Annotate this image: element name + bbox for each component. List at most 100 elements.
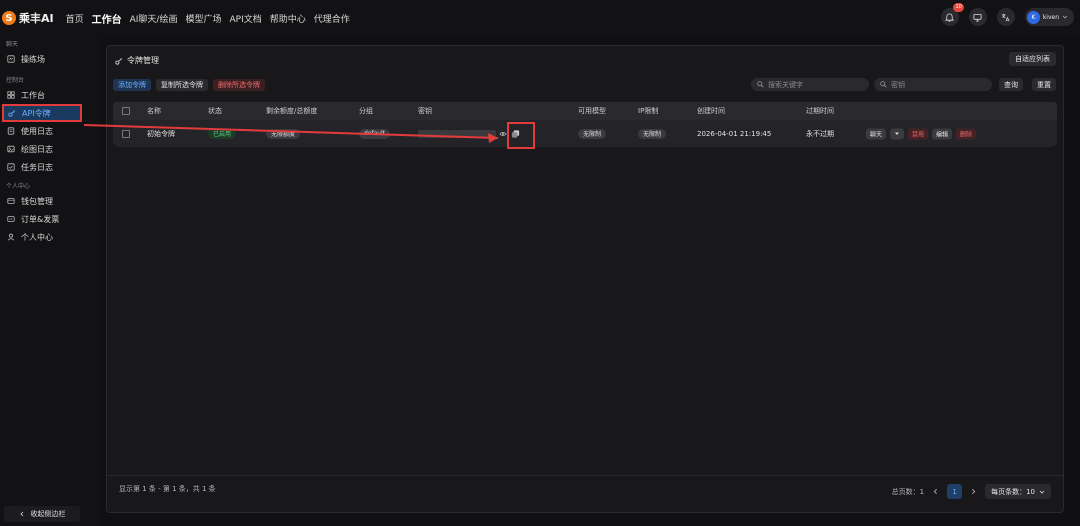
delete-selected-button[interactable]: 删除所选令牌	[213, 79, 265, 91]
chat-button[interactable]: 聊天	[866, 128, 887, 139]
collapse-sidebar-button[interactable]: 收起侧边栏	[4, 506, 80, 522]
quota-badge: 无限额度	[266, 128, 301, 139]
sidebar-item-label: 绘图日志	[21, 144, 53, 154]
nav-help[interactable]: 帮助中心	[270, 12, 306, 25]
chat-dropdown-button[interactable]	[890, 128, 905, 139]
col-name: 名称	[147, 107, 161, 115]
col-expires: 过期时间	[806, 107, 834, 115]
expire-time: 永不过期	[806, 129, 834, 138]
col-ip: IP限制	[638, 107, 659, 115]
col-status: 状态	[208, 107, 222, 115]
user-icon	[7, 233, 15, 241]
token-name: 初始令牌	[147, 129, 175, 138]
eye-icon[interactable]	[499, 130, 507, 138]
key-icon	[115, 57, 123, 65]
page-size-select[interactable]: 每页条数：10	[985, 484, 1051, 499]
query-button[interactable]: 查询	[999, 78, 1023, 91]
sidebar-item-image-log[interactable]: 绘图日志	[0, 140, 100, 158]
image-log-icon	[7, 145, 15, 153]
edit-button[interactable]: 编辑	[932, 128, 953, 139]
group-badge: default	[359, 128, 391, 139]
created-time: 2026-04-01 21:19:45	[697, 129, 772, 138]
collapse-label: 收起侧边栏	[30, 510, 66, 518]
keyword-search-input[interactable]: 搜索关键字	[751, 78, 869, 91]
sidebar-item-dashboard[interactable]: 工作台	[0, 86, 100, 104]
token-management-panel: 令牌管理 自适应列表 添加令牌 复制所选令牌 删除所选令牌 搜索关键字 密钥 查…	[106, 45, 1064, 513]
masked-key	[418, 129, 496, 138]
nav-agent[interactable]: 代理合作	[314, 12, 350, 25]
log-icon	[7, 127, 15, 135]
playground-icon	[7, 55, 15, 63]
pagination: 总页数：1 1 每页条数：10	[892, 484, 1051, 499]
sidebar-item-label: 个人中心	[21, 232, 53, 242]
brand-logo[interactable]: S 乘丰AI	[2, 10, 54, 26]
language-button[interactable]	[996, 8, 1015, 26]
sidebar-item-label: 钱包管理	[21, 196, 53, 206]
col-created: 创建时间	[697, 107, 725, 115]
search-icon	[880, 81, 887, 88]
search-icon	[757, 81, 764, 88]
sidebar-item-label: 订单&发票	[21, 214, 60, 224]
toolbar: 添加令牌 复制所选令牌 删除所选令牌	[113, 79, 265, 91]
search-placeholder: 密钥	[891, 80, 905, 89]
sidebar-item-invoice[interactable]: 订单&发票	[0, 210, 100, 228]
sidebar-item-label: API令牌	[22, 108, 51, 118]
delete-button[interactable]: 删除	[956, 128, 977, 139]
chevron-left-icon[interactable]	[932, 488, 939, 495]
sidebar-item-wallet[interactable]: 钱包管理	[0, 192, 100, 210]
status-badge: 已启用	[208, 128, 237, 139]
sidebar-item-playground[interactable]: 操练场	[0, 50, 100, 68]
col-models: 可用模型	[578, 107, 606, 115]
task-icon	[7, 163, 15, 171]
pagination-summary: 显示第 1 条 - 第 1 条，共 1 条	[119, 485, 216, 493]
table-row[interactable]: 初始令牌 已启用 无限额度 default 无限制 无限制 2026-04-01…	[113, 120, 1057, 147]
display-button[interactable]	[968, 8, 987, 26]
invoice-icon	[7, 216, 15, 222]
page-size-label: 每页条数：10	[991, 487, 1035, 496]
wallet-icon	[7, 198, 15, 204]
auto-columns-button[interactable]: 自适应列表	[1009, 52, 1056, 66]
user-menu[interactable]: K kiven	[1024, 8, 1074, 26]
sidebar-item-api-token[interactable]: API令牌	[2, 104, 82, 122]
select-all-checkbox[interactable]	[122, 107, 130, 115]
translate-icon	[1002, 13, 1010, 21]
col-key: 密钥	[418, 107, 432, 115]
sidebar-group-chat: 聊天	[6, 40, 19, 48]
table-header: 名称 状态 剩余额度/总额度 分组 密钥 可用模型 IP限制 创建时间 过期时间	[113, 102, 1057, 120]
sidebar-group-console: 控制台	[6, 76, 25, 84]
total-pages: 总页数：1	[891, 487, 925, 496]
chevron-left-icon	[19, 511, 23, 517]
notification-button[interactable]: 10	[940, 3, 964, 26]
row-checkbox[interactable]	[122, 129, 130, 138]
reset-button[interactable]: 重置	[1032, 78, 1056, 91]
disable-button[interactable]: 禁用	[908, 128, 929, 139]
nav-home[interactable]: 首页	[66, 12, 84, 25]
key-icon	[8, 109, 16, 117]
page-number-current[interactable]: 1	[947, 484, 963, 499]
monitor-icon	[973, 13, 982, 22]
caret-down-icon	[895, 132, 900, 135]
nav-workspace[interactable]: 工作台	[92, 11, 122, 26]
copy-highlight-box	[507, 122, 535, 149]
panel-title: 令牌管理	[127, 56, 159, 65]
sidebar-item-task-log[interactable]: 任务日志	[0, 158, 100, 176]
sidebar-item-profile[interactable]: 个人中心	[0, 228, 100, 246]
copy-selected-button[interactable]: 复制所选令牌	[156, 79, 208, 91]
user-name: kiven	[1042, 13, 1059, 21]
sidebar-item-label: 任务日志	[21, 162, 53, 172]
token-table: 名称 状态 剩余额度/总额度 分组 密钥 可用模型 IP限制 创建时间 过期时间…	[113, 102, 1057, 147]
nav-api-docs[interactable]: API文档	[229, 12, 261, 25]
sidebar-item-usage-log[interactable]: 使用日志	[0, 122, 100, 140]
col-quota: 剩余额度/总额度	[266, 107, 318, 115]
add-token-button[interactable]: 添加令牌	[113, 79, 151, 91]
sidebar-item-label: 操练场	[21, 54, 45, 64]
col-group: 分组	[359, 107, 373, 115]
models-badge: 无限制	[578, 128, 607, 139]
chevron-right-icon[interactable]	[970, 488, 977, 495]
sidebar-item-label: 使用日志	[21, 126, 53, 136]
nav-model-plaza[interactable]: 模型广场	[185, 12, 221, 25]
key-search-input[interactable]: 密钥	[874, 78, 992, 91]
nav-ai-chat[interactable]: AI聊天/绘画	[130, 12, 178, 25]
sidebar: 聊天 操练场 控制台 工作台 API令牌 使用日志 绘图日志 任务日志 个人中心…	[0, 36, 100, 526]
sidebar-item-label: 工作台	[21, 90, 45, 100]
